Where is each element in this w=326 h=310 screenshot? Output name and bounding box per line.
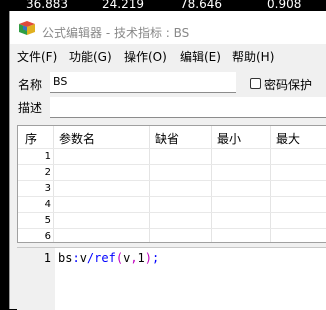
parameter-table: 序 参数名 缺省 最小 最大 1 2 3 4 5 6 [17,125,326,243]
code-token: ) [144,251,153,265]
row-divider [18,212,326,213]
column-divider [149,126,150,242]
ticker-value: 0.908 [267,0,302,11]
table-row-number[interactable]: 4 [18,199,51,210]
table-row-number[interactable]: 1 [18,151,51,162]
code-token: 1 [137,251,145,265]
description-label: 描述 [18,101,43,115]
ticker-value: 24.219 [102,0,144,11]
column-divider [211,126,212,242]
row-divider [18,180,326,181]
background-ticker: 36.883 24.219 78.646 0.908 [0,0,326,11]
password-protect-label: 密码保护 [264,78,313,92]
table-row-number[interactable]: 6 [18,231,51,242]
code-token: bs [58,251,73,265]
code-token: ( [115,251,124,265]
menu-file[interactable]: 文件(F) [17,48,57,65]
line-number-gutter: 1 [17,248,55,310]
title-bar[interactable]: 公式编辑器 - 技术指标 : BS [10,11,326,44]
table-row-number[interactable]: 2 [18,167,51,178]
ticker-value: 78.646 [180,0,222,11]
name-label: 名称 [18,78,43,92]
row-divider [18,196,326,197]
menu-function[interactable]: 功能(G) [69,48,112,65]
code-token: ref [94,251,116,265]
formula-editor-window: 公式编辑器 - 技术指标 : BS 文件(F) 功能(G) 操作(O) 编辑(E… [9,11,326,310]
column-header-min: 最小 [217,132,242,146]
code-token: , [130,251,138,265]
name-field[interactable]: BS [50,72,236,93]
code-token: ; [152,251,160,265]
column-header-param-name: 参数名 [59,132,96,146]
column-divider [53,126,54,242]
table-row-number[interactable]: 3 [18,183,51,194]
password-protect-checkbox[interactable] [250,78,261,89]
row-divider [18,148,326,149]
code-editor[interactable]: 1 bs:v/ref(v,1); [17,247,326,310]
table-row-number[interactable]: 5 [18,215,51,226]
column-header-max: 最大 [276,132,301,146]
row-divider [18,228,326,229]
code-line[interactable]: bs:v/ref(v,1); [58,251,159,265]
code-token: : [72,251,80,265]
menu-operation[interactable]: 操作(O) [124,48,167,65]
menu-bar: 文件(F) 功能(G) 操作(O) 编辑(E) 帮助(H) [10,44,326,66]
row-divider [18,164,326,165]
column-header-default: 缺省 [155,132,180,146]
column-header-index: 序 [25,132,38,146]
description-field[interactable] [50,97,326,118]
app-cube-icon [19,21,35,35]
menu-edit[interactable]: 编辑(E) [180,48,221,65]
ticker-value: 36.883 [26,0,68,11]
menu-help[interactable]: 帮助(H) [232,48,274,65]
background-strip [0,11,9,309]
window-title: 公式编辑器 - 技术指标 : BS [42,26,190,40]
code-token: v [79,251,87,265]
line-number: 1 [43,251,51,265]
column-divider [270,126,271,242]
table-header: 序 参数名 缺省 最小 最大 [18,126,326,148]
